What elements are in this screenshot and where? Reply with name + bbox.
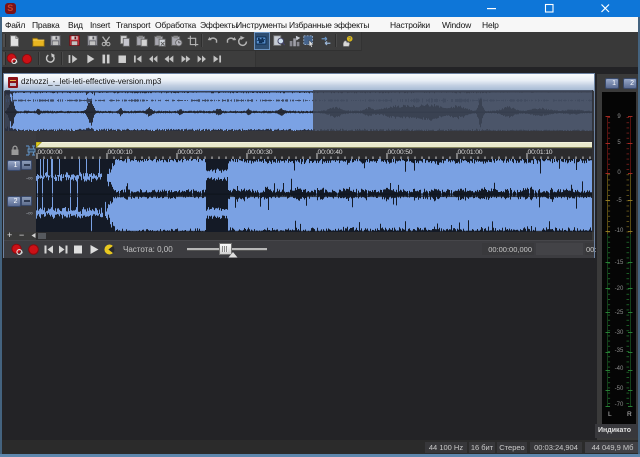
svg-text:?: ? bbox=[348, 37, 351, 43]
